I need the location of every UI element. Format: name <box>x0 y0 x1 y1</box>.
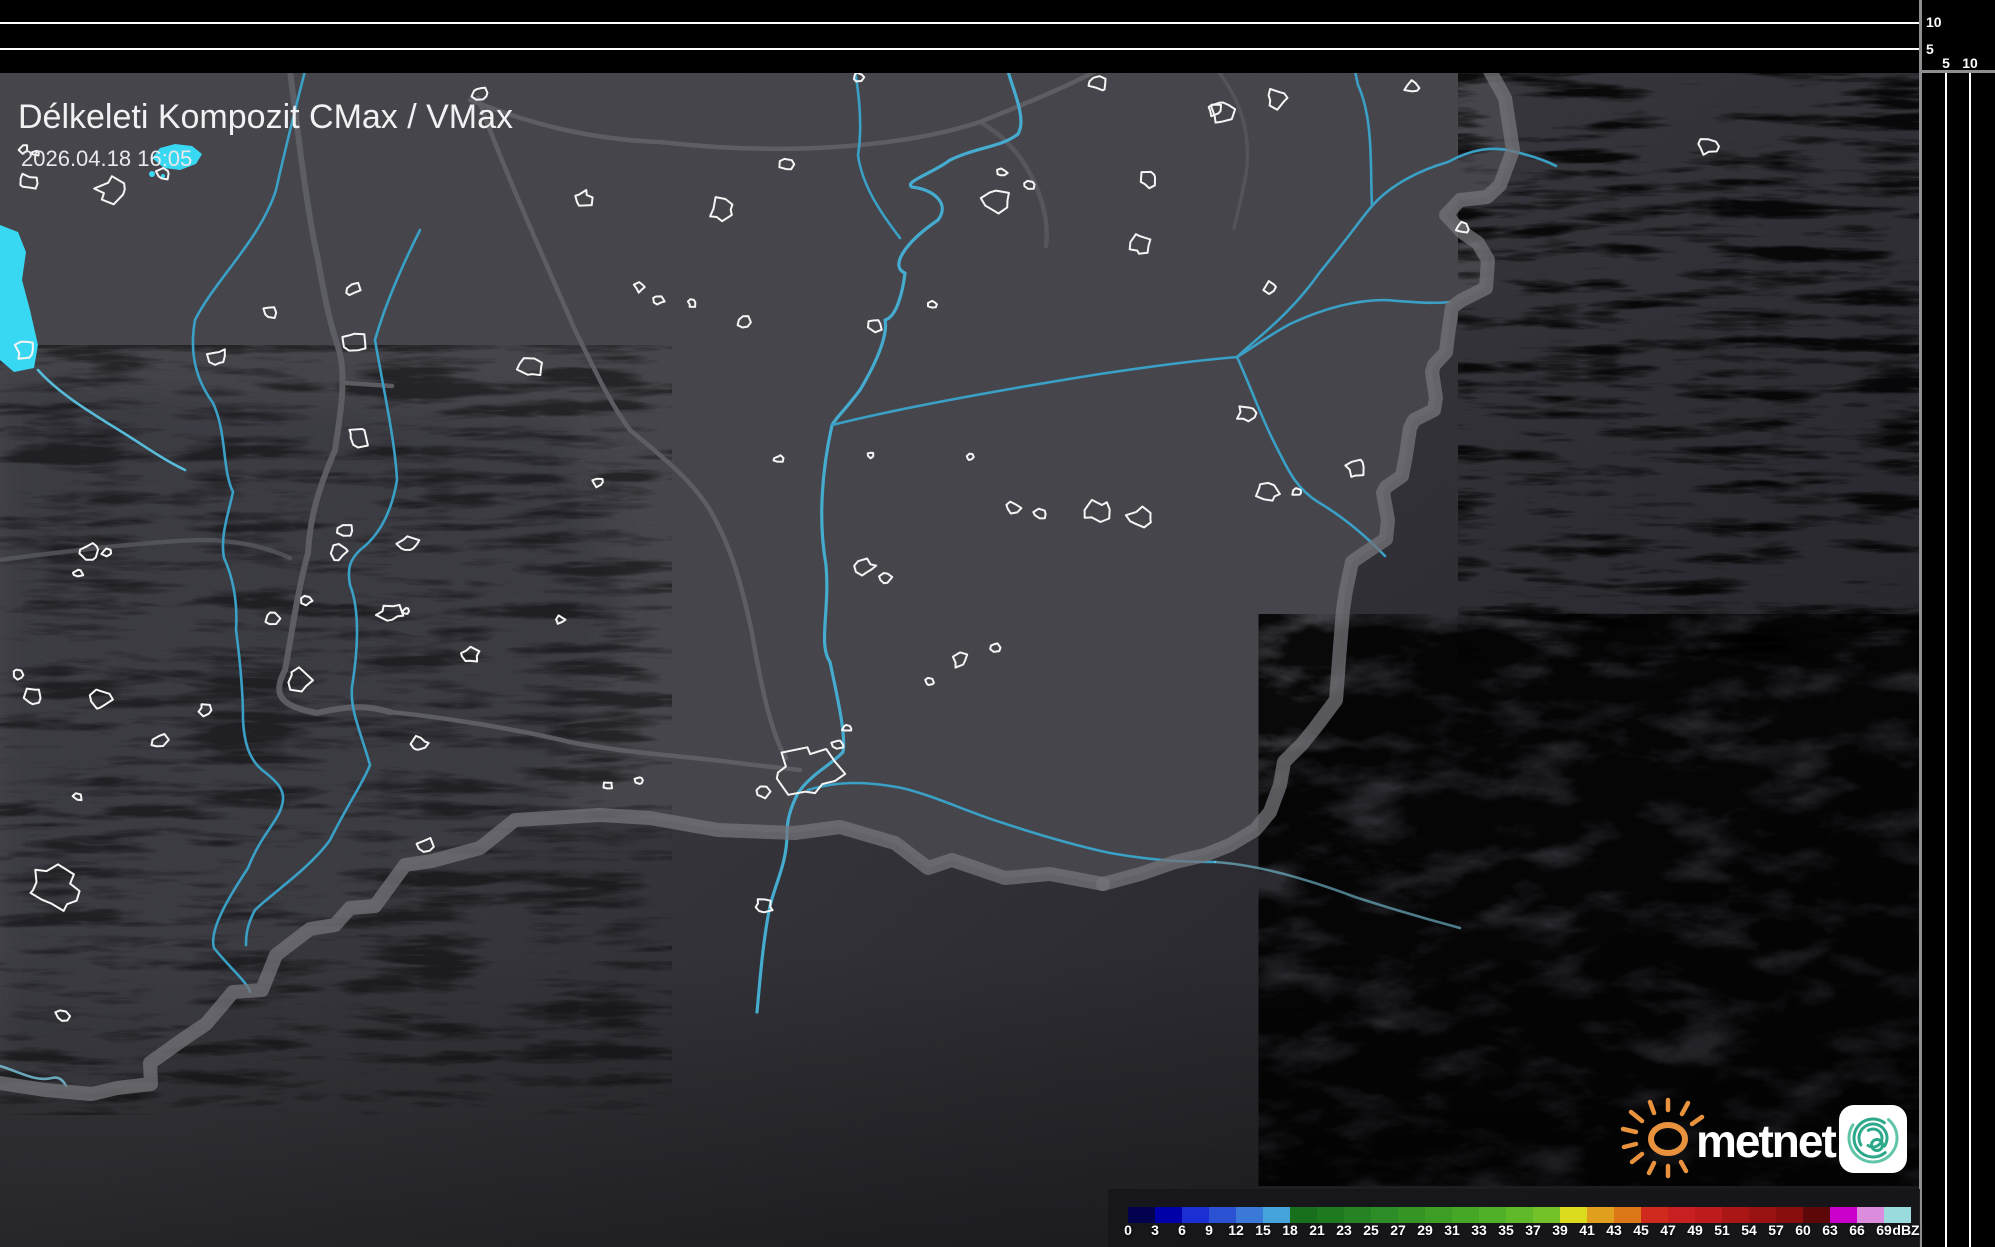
scale-cell <box>1830 1207 1857 1223</box>
radar-map <box>0 0 1995 1247</box>
scale-cell <box>1533 1207 1560 1223</box>
metnet-logo-text: metnet <box>1696 1114 1835 1168</box>
scale-cell <box>1479 1207 1506 1223</box>
scale-cell <box>1371 1207 1398 1223</box>
top-axis-panel <box>0 0 1920 71</box>
scale-cell <box>1803 1207 1830 1223</box>
scale-cell <box>1209 1207 1236 1223</box>
scale-cell <box>1425 1207 1452 1223</box>
scale-cell <box>1668 1207 1695 1223</box>
scale-cell <box>1344 1207 1371 1223</box>
scale-unit-label: dBZ <box>1886 1222 1926 1238</box>
scale-cell <box>1614 1207 1641 1223</box>
map-top-edge <box>0 71 1566 73</box>
panel-divider-vertical <box>1919 0 1922 1247</box>
scale-cell <box>1182 1207 1209 1223</box>
scale-cell <box>1641 1207 1668 1223</box>
scale-cell <box>1128 1207 1155 1223</box>
scale-cell <box>1695 1207 1722 1223</box>
sun-icon <box>1623 1100 1702 1176</box>
right-axis-panel <box>1919 0 1995 1247</box>
scale-cell <box>1263 1207 1290 1223</box>
top-axis-gridline-5 <box>0 48 1920 50</box>
scale-cell <box>1560 1207 1587 1223</box>
scale-cell <box>1857 1207 1884 1223</box>
scale-cell <box>1506 1207 1533 1223</box>
scale-cell <box>1749 1207 1776 1223</box>
metnet-app-icon <box>1839 1104 1907 1173</box>
right-axis-tick-5: 5 <box>1938 55 1954 71</box>
scale-cell <box>1722 1207 1749 1223</box>
right-axis-gridline-10 <box>1969 73 1971 1247</box>
scale-cell <box>1290 1207 1317 1223</box>
radar-composite-screen: Délkeleti Kompozit CMax / VMax 2026.04.1… <box>0 0 1995 1247</box>
right-axis-tick-10: 10 <box>1960 55 1980 71</box>
scale-cell <box>1398 1207 1425 1223</box>
metnet-logo[interactable]: metnet <box>1618 1092 1920 1187</box>
scale-cell <box>1317 1207 1344 1223</box>
right-axis-gridline-5 <box>1945 73 1947 1247</box>
scale-cell <box>1776 1207 1803 1223</box>
scale-cell <box>1155 1207 1182 1223</box>
scale-cell <box>1236 1207 1263 1223</box>
map-area <box>0 62 1920 1247</box>
road <box>347 383 392 386</box>
scale-cell <box>1587 1207 1614 1223</box>
top-axis-tick-5: 5 <box>1926 41 1934 57</box>
scale-cell <box>1884 1207 1911 1223</box>
top-axis-tick-10: 10 <box>1926 14 1942 30</box>
page-title: Délkeleti Kompozit CMax / VMax <box>18 98 513 137</box>
top-axis-gridline-10 <box>0 22 1920 24</box>
dbz-color-scale: 0369121518212325272931333537394143454749… <box>1108 1189 1920 1247</box>
scale-cell <box>1452 1207 1479 1223</box>
timestamp: 2026.04.18 16:05 <box>21 146 192 172</box>
panel-divider-horizontal <box>1919 70 1995 73</box>
